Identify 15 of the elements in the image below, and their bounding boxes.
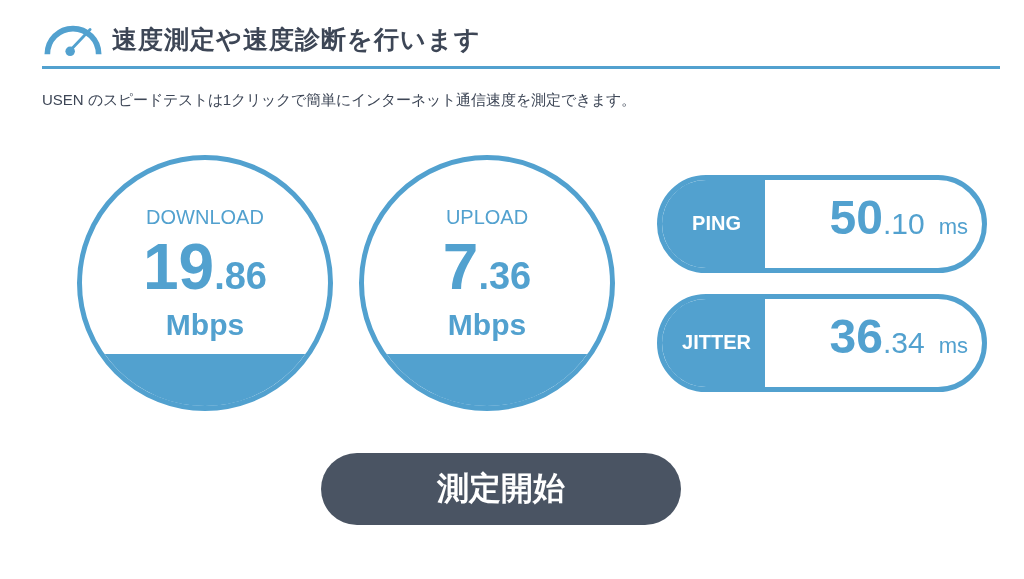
stat-unit: ms — [938, 332, 968, 359]
gauge-unit: Mbps — [447, 308, 527, 342]
description-text: USEN のスピードテストは1クリックで簡単にインターネット通信速度を測定できます。 — [42, 91, 638, 110]
gauge-label: DOWNLOAD — [146, 206, 264, 229]
stat-value: 36.34 — [829, 312, 925, 365]
start-button[interactable]: 測定開始 — [321, 453, 681, 525]
gauge-label: UPLOAD — [445, 206, 529, 229]
gauge-value: 7.36 — [442, 235, 532, 305]
stat-unit: ms — [938, 213, 968, 240]
gauge-value: 19.86 — [143, 235, 267, 305]
page-title: 速度測定や速度診断を行います — [112, 23, 481, 55]
stat-label: JITTER — [662, 298, 765, 387]
stat-label: PING — [662, 179, 765, 268]
stat-value: 50.10 — [829, 193, 925, 246]
gauge-unit: Mbps — [165, 308, 245, 342]
